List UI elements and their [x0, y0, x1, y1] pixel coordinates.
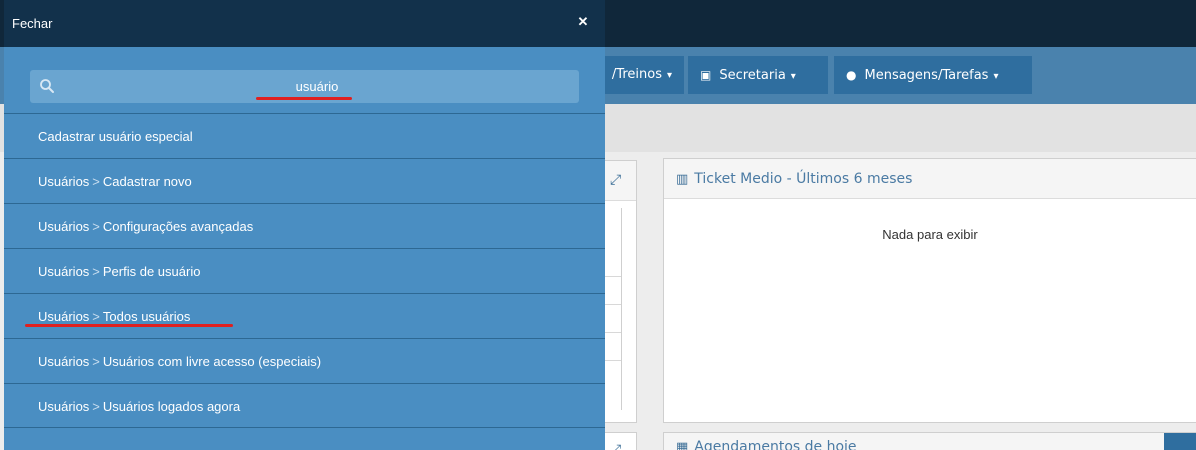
- search-result-label: Usuários: [38, 309, 90, 324]
- search-result-label: Usuários: [38, 174, 90, 189]
- breadcrumb-separator: >: [92, 309, 100, 324]
- highlight-underline: [25, 324, 233, 327]
- agendamentos-panel: ▦ Agendamentos de hoje: [663, 432, 1196, 450]
- nav-mensagens-label: Mensagens/Tarefas: [864, 68, 989, 83]
- search-result-label: Configurações avançadas: [102, 219, 254, 234]
- nav-treinos-label: /Treinos: [611, 67, 662, 82]
- ticket-medio-panel: ▥ Ticket Medio - Últimos 6 meses Nada par…: [663, 158, 1196, 423]
- agendamentos-header: ▦ Agendamentos de hoje: [664, 433, 1196, 450]
- search-result-label: Usuários com livre acesso (especiais): [102, 354, 322, 369]
- search-drawer: Fechar ✕ Cadastrar usuário especial Usuár…: [4, 0, 605, 450]
- ticket-medio-header: ▥ Ticket Medio - Últimos 6 meses: [664, 159, 1196, 199]
- search-result-label: Usuários logados agora: [102, 399, 241, 414]
- highlight-underline: [256, 97, 352, 100]
- breadcrumb-separator: >: [92, 354, 100, 369]
- search-result-label: Cadastrar usuário especial: [38, 129, 193, 144]
- search-result-item[interactable]: Cadastrar usuário especial: [4, 113, 605, 158]
- chevron-down-icon: ▾: [790, 71, 796, 82]
- calendar-icon: ▦: [676, 440, 689, 450]
- search-result-label: Usuários: [38, 264, 90, 279]
- breadcrumb-separator: >: [92, 219, 100, 234]
- nav-mensagens-button[interactable]: ● Mensagens/Tarefas ▾: [834, 56, 1032, 94]
- search-result-label: Usuários: [38, 399, 90, 414]
- breadcrumb-separator: >: [92, 174, 100, 189]
- close-icon[interactable]: ✕: [575, 14, 591, 30]
- search-result-label: Cadastrar novo: [102, 174, 192, 189]
- search-result-label: Perfis de usuário: [102, 264, 201, 279]
- drawer-close-label[interactable]: Fechar: [12, 16, 52, 31]
- chevron-down-icon: ▾: [666, 70, 672, 81]
- nav-secretaria-label: Secretaria: [719, 68, 786, 83]
- nav-secretaria-button[interactable]: ▣ Secretaria ▾: [688, 56, 828, 94]
- chat-icon: ●: [846, 68, 857, 82]
- money-icon: ▣: [700, 68, 712, 82]
- ticket-medio-title: Ticket Medio - Últimos 6 meses: [694, 171, 913, 187]
- expand-icon[interactable]: ⤢: [610, 441, 621, 450]
- search-result-item[interactable]: Usuários > Cadastrar novo: [4, 158, 605, 203]
- agendamentos-title: Agendamentos de hoje: [694, 439, 857, 450]
- search-result-item[interactable]: Usuários > Configurações avançadas: [4, 203, 605, 248]
- search-result-item[interactable]: Usuários > Todos usuários: [4, 293, 605, 338]
- search-result-item[interactable]: Usuários > Usuários com livre acesso (espe…: [4, 338, 605, 383]
- ticket-medio-empty-message: Nada para exibir: [882, 227, 978, 242]
- chevron-down-icon: ▾: [993, 71, 999, 82]
- search-result-label: Usuários: [38, 354, 90, 369]
- search-result-label: Todos usuários: [102, 309, 191, 324]
- drawer-header: Fechar ✕: [4, 0, 605, 47]
- bar-chart-icon: ▥: [676, 172, 689, 187]
- agendamentos-action-button[interactable]: [1164, 433, 1196, 450]
- breadcrumb-separator: >: [92, 399, 100, 414]
- search-result-label: Usuários: [38, 219, 90, 234]
- search-icon: [40, 79, 54, 93]
- search-result-item[interactable]: Usuários > Perfis de usuário: [4, 248, 605, 293]
- search-results-list: Cadastrar usuário especial Usuários > Cadas…: [4, 113, 605, 428]
- breadcrumb-separator: >: [92, 264, 100, 279]
- expand-icon[interactable]: ⤢: [610, 171, 621, 188]
- search-result-item[interactable]: Usuários > Usuários logados agora: [4, 383, 605, 428]
